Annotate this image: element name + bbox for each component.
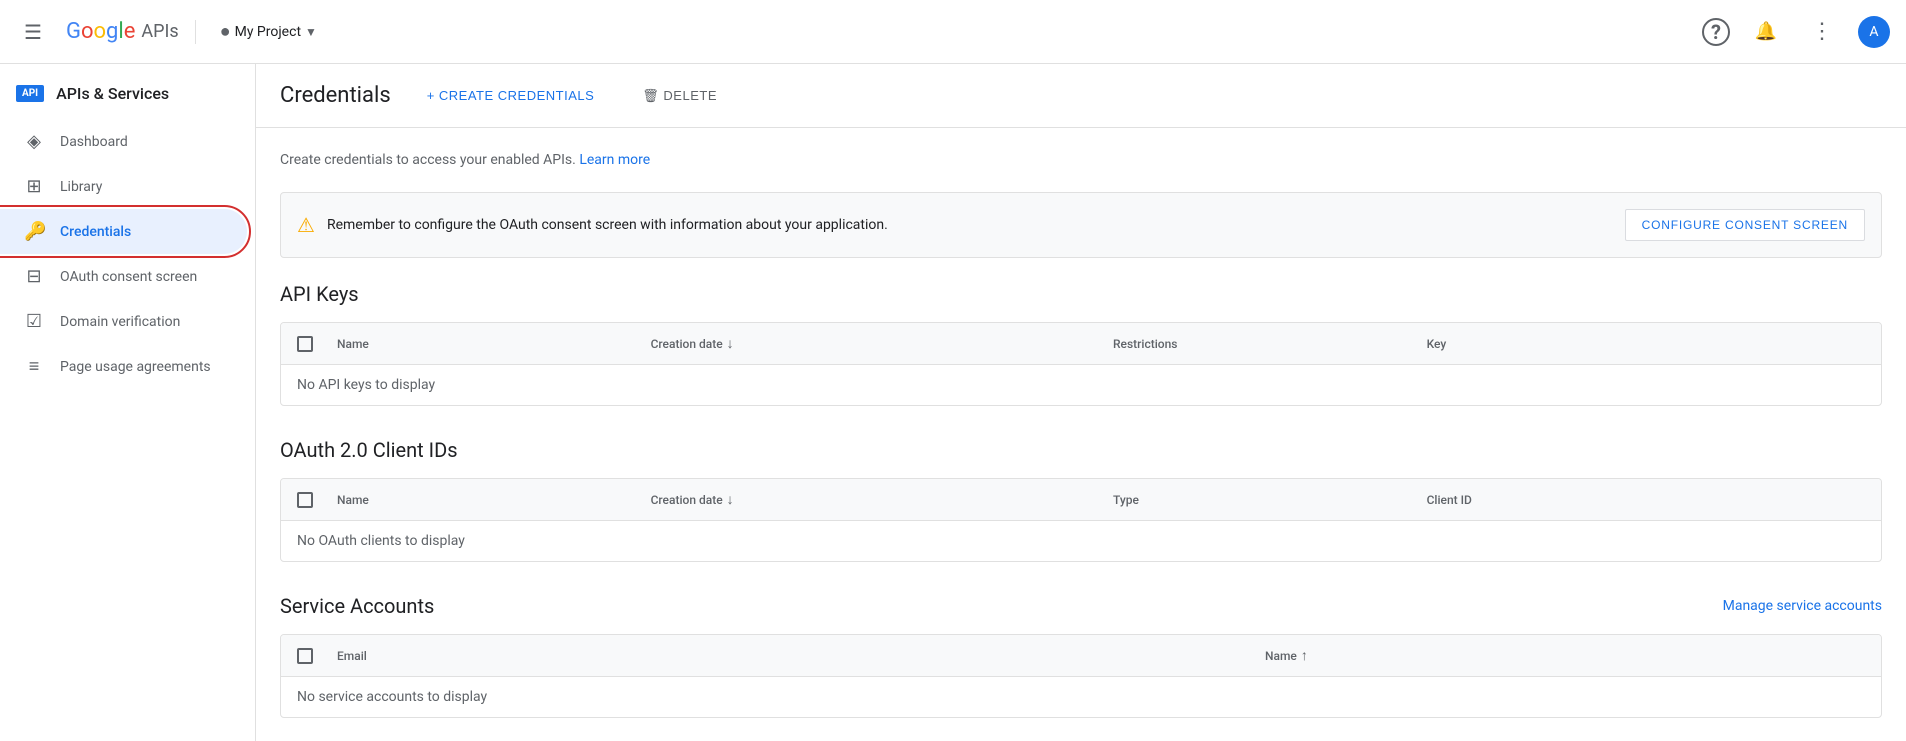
service-accounts-name-sort-icon: ↑	[1301, 647, 1308, 664]
oauth-date-sort-icon: ↓	[727, 491, 734, 508]
api-keys-select-all-checkbox[interactable]	[297, 336, 313, 352]
project-icon: ●	[220, 21, 231, 42]
service-accounts-table-header: Email Name ↑	[281, 635, 1881, 677]
service-accounts-empty-message: No service accounts to display	[281, 677, 1881, 717]
nav-divider	[195, 20, 196, 44]
project-arrow-icon: ▼	[305, 25, 317, 39]
api-keys-table: Name Creation date ↓ Restrictions Key	[280, 322, 1882, 406]
delete-button[interactable]: 🗑 DELETE	[630, 78, 729, 114]
learn-more-link[interactable]: Learn more	[579, 152, 650, 168]
api-keys-date-header[interactable]: Creation date ↓	[643, 335, 1105, 352]
sidebar-item-oauth[interactable]: ⊟ OAuth consent screen	[0, 254, 247, 299]
oauth-name-header: Name	[329, 493, 643, 507]
credentials-icon: 🔑	[24, 221, 44, 242]
api-logo: API	[16, 85, 44, 102]
google-logo: Google APIs	[66, 19, 179, 44]
alert-text: Remember to configure the OAuth consent …	[327, 217, 1613, 233]
api-keys-key-header: Key	[1419, 337, 1881, 351]
service-accounts-name-header[interactable]: Name ↑	[1257, 647, 1881, 664]
service-accounts-table: Email Name ↑ No service accounts to disp…	[280, 634, 1882, 718]
notifications-button[interactable]: 🔔	[1746, 12, 1786, 52]
warning-icon: ⚠	[297, 213, 315, 237]
oauth-title: OAuth 2.0 Client IDs	[280, 438, 458, 462]
sidebar-item-dashboard-label: Dashboard	[60, 134, 128, 150]
oauth-select-all-checkbox[interactable]	[297, 492, 313, 508]
project-name: My Project	[235, 24, 301, 40]
oauth-section: OAuth 2.0 Client IDs Name Creation date …	[280, 438, 1882, 562]
more-options-button[interactable]: ⋮	[1802, 12, 1842, 52]
oauth-type-header: Type	[1105, 493, 1419, 507]
sidebar: API APIs & Services ◈ Dashboard ⊞ Librar…	[0, 64, 256, 741]
page-usage-icon: ≡	[24, 356, 44, 377]
oauth-empty-message: No OAuth clients to display	[281, 521, 1881, 561]
library-icon: ⊞	[24, 176, 44, 197]
oauth-check-header	[281, 492, 329, 508]
alert-banner: ⚠ Remember to configure the OAuth consen…	[280, 192, 1882, 258]
api-keys-restrictions-header: Restrictions	[1105, 337, 1419, 351]
sidebar-item-page-usage-label: Page usage agreements	[60, 359, 211, 375]
api-keys-header: API Keys	[280, 282, 1882, 306]
apis-label: APIs	[141, 21, 178, 42]
sidebar-item-domain[interactable]: ☑ Domain verification	[0, 299, 247, 344]
info-text: Create credentials to access your enable…	[280, 152, 1882, 168]
manage-service-accounts-link[interactable]: Manage service accounts	[1723, 598, 1882, 614]
main-content: Credentials + CREATE CREDENTIALS 🗑 DELET…	[256, 64, 1906, 741]
api-keys-empty-message: No API keys to display	[281, 365, 1881, 405]
sidebar-item-library-label: Library	[60, 179, 102, 195]
api-keys-name-header: Name	[329, 337, 643, 351]
api-keys-check-header	[281, 336, 329, 352]
avatar[interactable]: A	[1858, 16, 1890, 48]
domain-icon: ☑	[24, 311, 44, 332]
service-accounts-section: Service Accounts Manage service accounts…	[280, 594, 1882, 718]
oauth-header: OAuth 2.0 Client IDs	[280, 438, 1882, 462]
api-keys-table-header: Name Creation date ↓ Restrictions Key	[281, 323, 1881, 365]
sidebar-item-domain-label: Domain verification	[60, 314, 180, 330]
page-title: Credentials	[280, 83, 391, 108]
hamburger-icon[interactable]: ☰	[16, 12, 50, 52]
create-credentials-button[interactable]: + CREATE CREDENTIALS	[415, 78, 607, 114]
sidebar-title: APIs & Services	[56, 84, 169, 103]
date-sort-icon: ↓	[727, 335, 734, 352]
service-accounts-email-header: Email	[329, 649, 1257, 663]
help-button[interactable]: ?	[1702, 18, 1730, 46]
sidebar-item-credentials-label: Credentials	[60, 224, 131, 240]
sidebar-item-dashboard[interactable]: ◈ Dashboard	[0, 119, 247, 164]
oauth-date-header[interactable]: Creation date ↓	[643, 491, 1105, 508]
oauth-table: Name Creation date ↓ Type Client ID	[280, 478, 1882, 562]
top-nav: ☰ Google APIs ● My Project ▼ ? 🔔 ⋮ A	[0, 0, 1906, 64]
api-keys-title: API Keys	[280, 282, 359, 306]
page-content: Create credentials to access your enable…	[256, 128, 1906, 741]
sidebar-header: API APIs & Services	[0, 72, 255, 119]
oauth-table-header: Name Creation date ↓ Type Client ID	[281, 479, 1881, 521]
oauth-clientid-header: Client ID	[1419, 493, 1881, 507]
sidebar-item-credentials[interactable]: 🔑 Credentials	[0, 209, 247, 254]
sidebar-item-page-usage[interactable]: ≡ Page usage agreements	[0, 344, 247, 389]
sidebar-item-oauth-label: OAuth consent screen	[60, 269, 197, 285]
api-keys-section: API Keys Name Creation date ↓	[280, 282, 1882, 406]
service-accounts-select-all-checkbox[interactable]	[297, 648, 313, 664]
project-selector[interactable]: ● My Project ▼	[212, 13, 325, 50]
service-accounts-header: Service Accounts Manage service accounts	[280, 594, 1882, 618]
service-accounts-title: Service Accounts	[280, 594, 434, 618]
service-accounts-check-header	[281, 648, 329, 664]
oauth-icon: ⊟	[24, 266, 44, 287]
dashboard-icon: ◈	[24, 131, 44, 152]
sidebar-item-library[interactable]: ⊞ Library	[0, 164, 247, 209]
configure-consent-button[interactable]: CONFIGURE CONSENT SCREEN	[1625, 209, 1865, 241]
page-header: Credentials + CREATE CREDENTIALS 🗑 DELET…	[256, 64, 1906, 128]
